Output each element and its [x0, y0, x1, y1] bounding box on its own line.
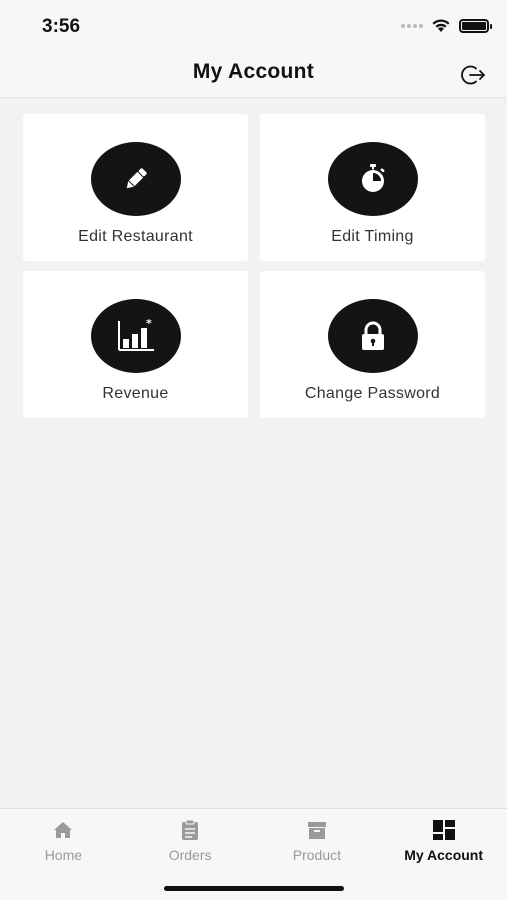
cellular-signal-icon — [401, 23, 423, 28]
svg-text:*: * — [146, 319, 152, 330]
logout-button[interactable] — [459, 61, 489, 89]
dashboard-icon — [432, 819, 456, 841]
status-time: 3:56 — [42, 16, 81, 37]
revenue-card[interactable]: * Revenue — [23, 271, 248, 418]
battery-icon — [459, 18, 492, 33]
logout-icon — [461, 65, 485, 85]
nav-bar: My Account — [0, 52, 507, 98]
pencil-icon — [90, 142, 181, 216]
home-indicator — [164, 886, 344, 891]
revenue-chart-icon: * — [90, 299, 181, 373]
lock-icon — [327, 299, 418, 373]
card-label: Edit Restaurant — [78, 228, 193, 245]
home-icon — [52, 819, 74, 841]
tab-product[interactable]: Product — [254, 809, 381, 871]
card-label: Revenue — [102, 385, 169, 402]
stopwatch-icon — [327, 142, 418, 216]
edit-restaurant-card[interactable]: Edit Restaurant — [23, 114, 248, 261]
tab-label: Product — [292, 847, 341, 863]
edit-timing-card[interactable]: Edit Timing — [260, 114, 485, 261]
tab-home[interactable]: Home — [0, 809, 127, 871]
card-label: Edit Timing — [331, 228, 414, 245]
tab-label: My Account — [404, 847, 484, 863]
box-icon — [306, 819, 328, 841]
status-icons — [401, 18, 492, 33]
change-password-card[interactable]: Change Password — [260, 271, 485, 418]
status-bar: 3:56 — [0, 0, 507, 52]
tab-orders[interactable]: Orders — [127, 809, 254, 871]
tab-label: Home — [44, 847, 83, 863]
account-options-grid: Edit Restaurant Edit Timing * Revenue Ch… — [23, 114, 485, 418]
tab-label: Orders — [168, 847, 212, 863]
wifi-icon — [432, 19, 450, 32]
tab-my-account[interactable]: My Account — [380, 809, 507, 871]
clipboard-icon — [180, 819, 200, 841]
tab-bar: Home Orders Product My Account — [0, 808, 507, 900]
card-label: Change Password — [304, 385, 441, 402]
page-title: My Account — [192, 60, 315, 83]
